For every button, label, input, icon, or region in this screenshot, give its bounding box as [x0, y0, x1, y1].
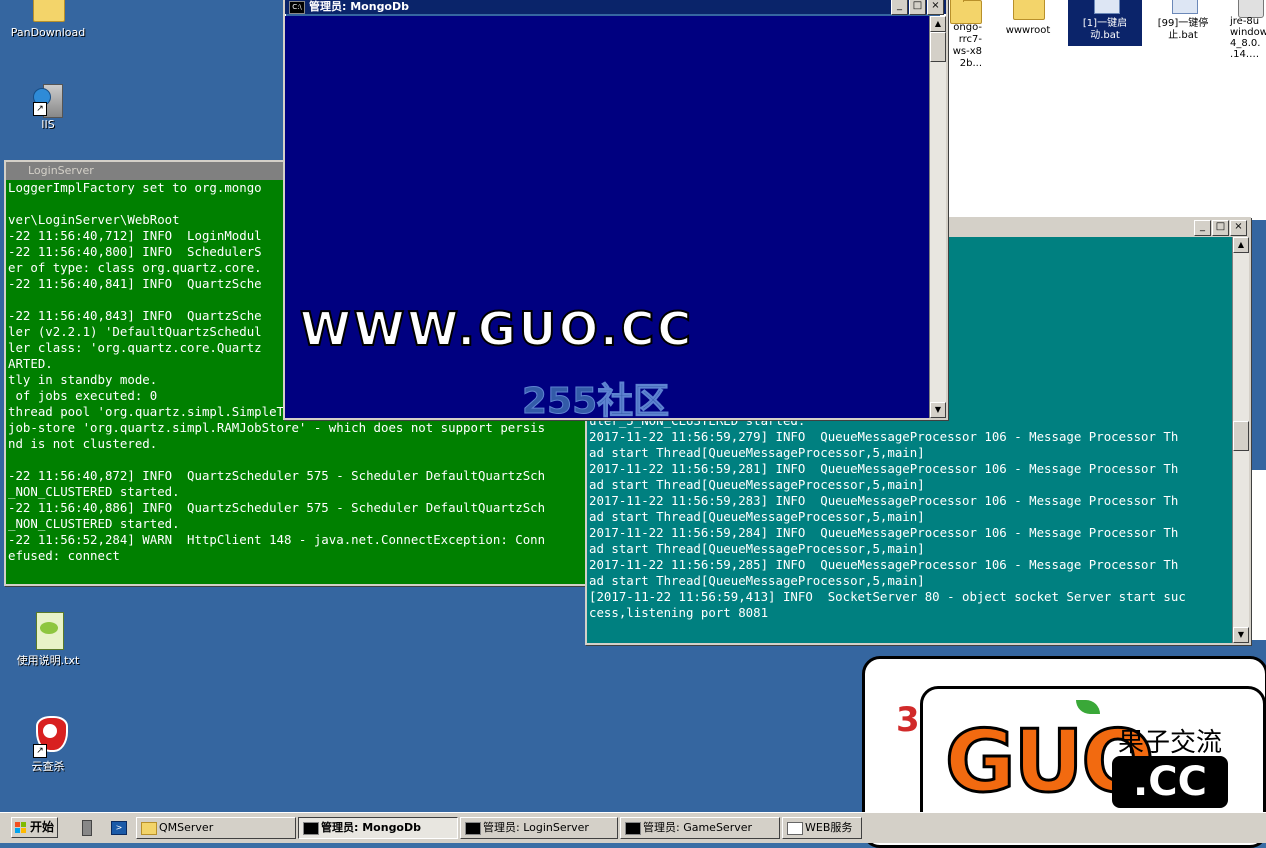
desktop-icon-label: IIS	[41, 118, 55, 131]
site-watermark: WWW.GUO.CC	[299, 301, 695, 357]
console-line: 2017-11-22 11:56:59,281] INFO QueueMessa…	[589, 461, 1179, 476]
task-mongodb[interactable]: 管理员: MongoDb	[298, 817, 458, 839]
close-icon[interactable]: ×	[1230, 220, 1247, 236]
task-label: 管理员: MongoDb	[321, 821, 421, 834]
console-line: 2017-11-22 11:56:59,284] INFO QueueMessa…	[589, 525, 1179, 540]
notepad-icon	[31, 610, 65, 652]
server-icon: ↗	[31, 82, 65, 118]
console-icon	[625, 822, 641, 835]
console-line: -22 11:56:40,886] INFO QuartzScheduler 5…	[8, 500, 546, 515]
shield-icon: ↗	[31, 714, 68, 758]
desktop-icon-readme[interactable]: 使用说明.txt	[8, 610, 88, 667]
minimize-icon[interactable]: _	[1194, 220, 1211, 236]
windows-logo-icon	[15, 822, 27, 833]
desktop-icon-wwwroot[interactable]: wwwroot	[988, 0, 1068, 37]
console-line: [2017-11-22 11:56:59,413] INFO SocketSer…	[589, 589, 1186, 604]
start-button[interactable]: 开始	[11, 817, 58, 838]
desktop-icon-label: 云查杀	[31, 760, 65, 773]
desktop-icon-iis[interactable]: ↗ IIS	[8, 82, 88, 131]
quicklaunch-server-manager-icon[interactable]	[78, 819, 95, 836]
folder-icon	[1011, 0, 1045, 22]
desktop-icon-stop-bat[interactable]: [99]一键停 止.bat	[1146, 0, 1220, 48]
scroll-thumb[interactable]	[930, 32, 946, 62]
task-label: 管理员: GameServer	[643, 821, 753, 834]
scroll-thumb[interactable]	[1233, 421, 1249, 451]
scroll-up-icon[interactable]: ▲	[930, 16, 946, 32]
shortcut-arrow-icon: ↗	[33, 744, 47, 758]
mongodb-scrollbar[interactable]: ▲ ▼	[929, 16, 946, 418]
task-login-server[interactable]: 管理员: LoginServer	[460, 817, 618, 839]
logo-number: 3	[896, 700, 920, 740]
desktop-icon-label: PanDownload	[10, 26, 86, 39]
desktop-icon-label: 使用说明.txt	[16, 654, 80, 667]
console-line: 2017-11-22 11:56:59,283] INFO QueueMessa…	[589, 493, 1179, 508]
console-line: nd is not clustered.	[8, 436, 158, 451]
desktop-icon-cloud-scan[interactable]: ↗ 云查杀	[8, 714, 88, 773]
task-label: QMServer	[159, 821, 214, 834]
desktop-icon-jre-installer[interactable]: jre-8u window 4_8.0. .14.…	[1224, 0, 1266, 68]
close-icon[interactable]: ×	[927, 0, 944, 15]
folder-icon	[31, 0, 65, 24]
window-title: LoginServer	[28, 164, 94, 177]
console-icon: C:\	[289, 0, 305, 14]
console-line: ad start Thread[QueueMessageProcessor,5,…	[589, 541, 925, 556]
task-label: WEB服务	[805, 821, 853, 834]
console-line: job-store 'org.quartz.simpl.RAMJobStore'…	[8, 420, 546, 435]
task-game-server[interactable]: 管理员: GameServer	[620, 817, 780, 839]
shortcut-arrow-icon: ↗	[33, 102, 47, 116]
console-line: 2017-11-22 11:56:59,285] INFO QueueMessa…	[589, 557, 1179, 572]
desktop-icon-label: [1]一键启 动.bat	[1068, 18, 1142, 42]
quicklaunch-powershell-icon[interactable]: >	[110, 819, 127, 835]
desktop-icon-pandownload[interactable]: PanDownload	[8, 0, 88, 39]
console-line: -22 11:56:52,284] WARN HttpClient 148 - …	[8, 532, 546, 547]
console-line: ad start Thread[QueueMessageProcessor,5,…	[589, 509, 925, 524]
scroll-up-icon[interactable]: ▲	[1233, 237, 1249, 253]
desktop-icon-label: wwwroot	[1005, 25, 1051, 36]
window-title: 管理员: MongoDb	[309, 0, 409, 13]
console-icon	[465, 822, 481, 835]
logo-cc-badge: .CC	[1112, 756, 1228, 808]
folder-icon	[141, 822, 157, 835]
maximize-icon[interactable]: □	[909, 0, 926, 15]
console-line: ad start Thread[QueueMessageProcessor,5,…	[589, 477, 925, 492]
console-line: ad start Thread[QueueMessageProcessor,5,…	[589, 445, 925, 460]
console-line: _NON_CLUSTERED started.	[8, 516, 180, 531]
task-label: 管理员: LoginServer	[483, 821, 589, 834]
minimize-icon[interactable]: _	[891, 0, 908, 15]
console-line: 2017-11-22 11:56:59,279] INFO QueueMessa…	[589, 429, 1179, 444]
desktop: PanDownload ↗ IIS 使用说明.txt ↗ 云查杀 ongo- r…	[0, 0, 1266, 848]
community-watermark: 255社区	[521, 381, 670, 423]
desktop-icon-start-bat[interactable]: [1]一键启 动.bat	[1068, 0, 1142, 46]
logo-chinese-text: 果子交流	[1118, 728, 1223, 758]
console-line: efused: connect	[8, 548, 120, 563]
scroll-down-icon[interactable]: ▼	[930, 402, 946, 418]
maximize-icon[interactable]: □	[1212, 220, 1229, 236]
console-line: cess,listening port 8081	[589, 605, 769, 620]
app-icon	[787, 822, 803, 835]
mongodb-titlebar[interactable]: C:\ 管理员: MongoDb _ □ ×	[285, 0, 946, 15]
console-line: -22 11:56:40,872] INFO QuartzScheduler 5…	[8, 468, 546, 483]
console-line: _NON_CLUSTERED started.	[8, 484, 180, 499]
console-line: ad start Thread[QueueMessageProcessor,5,…	[589, 573, 925, 588]
desktop-icon-label: [99]一键停 止.bat	[1157, 18, 1209, 41]
mongodb-window[interactable]: C:\ 管理员: MongoDb _ □ × ▲ ▼	[283, 0, 948, 420]
task-qmserver[interactable]: QMServer	[136, 817, 296, 839]
desktop-icon-label: jre-8u window 4_8.0. .14.…	[1230, 16, 1266, 60]
taskbar: 开始 > QMServer 管理员: MongoDb 管理员: LoginSer…	[0, 812, 1266, 843]
mongodb-console-output	[285, 16, 930, 418]
task-web-service[interactable]: WEB服务	[782, 817, 862, 839]
start-label: 开始	[30, 820, 55, 834]
game-server-scrollbar[interactable]: ▲ ▼	[1232, 237, 1249, 643]
scroll-down-icon[interactable]: ▼	[1233, 627, 1249, 643]
console-icon	[303, 822, 319, 835]
